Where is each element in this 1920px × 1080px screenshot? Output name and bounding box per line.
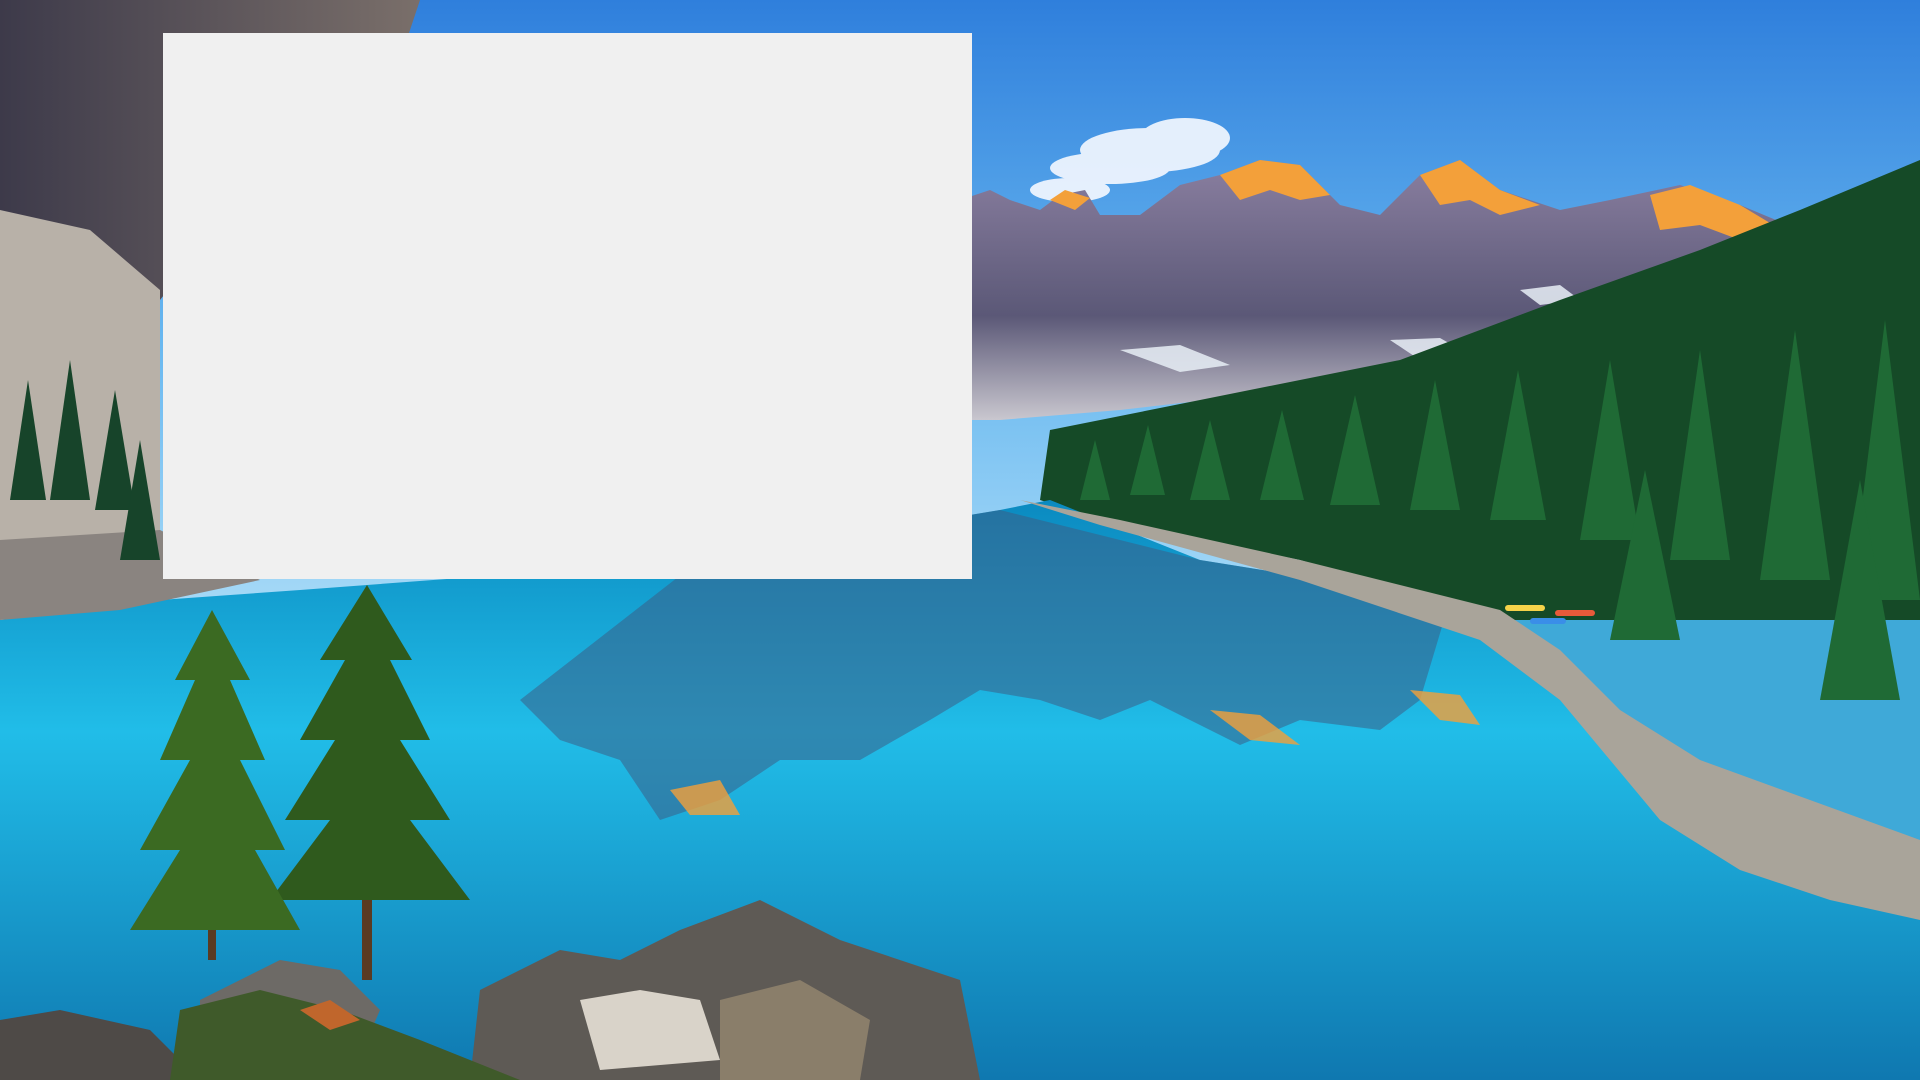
blank-window[interactable] bbox=[163, 33, 972, 579]
desktop bbox=[0, 0, 1920, 1080]
